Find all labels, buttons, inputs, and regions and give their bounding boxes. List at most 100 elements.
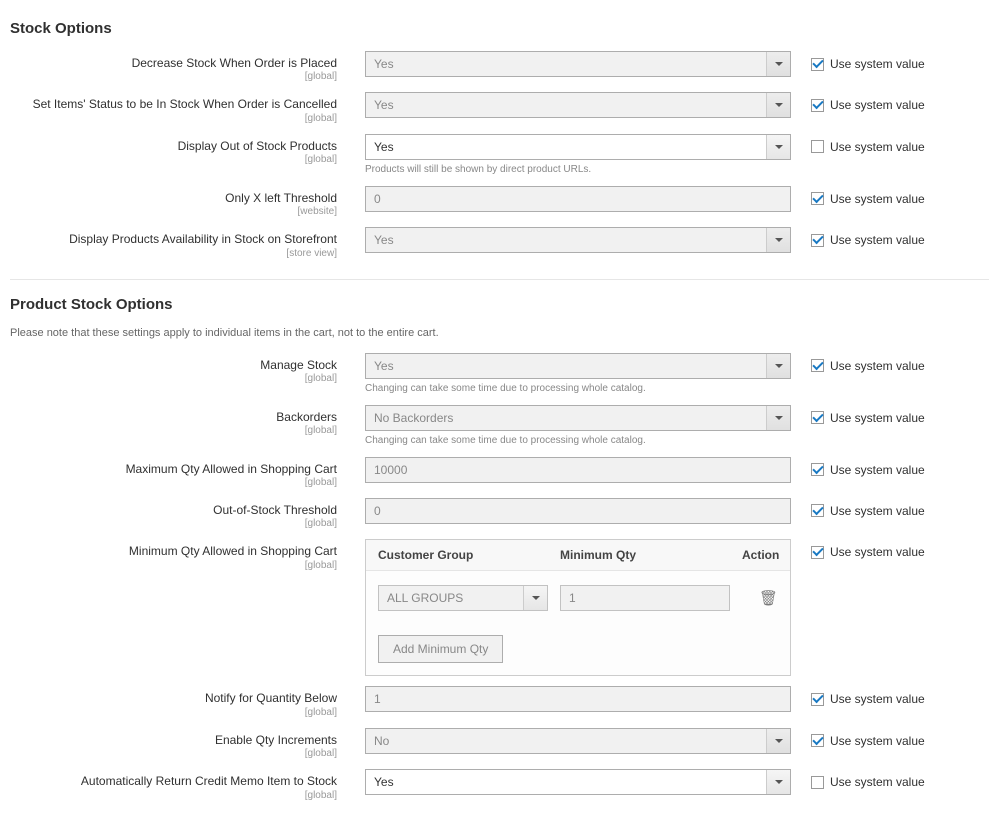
scope-text: [global] bbox=[10, 707, 337, 718]
scope-text: [global] bbox=[10, 560, 337, 571]
checkbox-icon[interactable] bbox=[811, 234, 824, 247]
manage-stock-select: Yes bbox=[365, 353, 791, 379]
hint-text: Changing can take some time due to proce… bbox=[365, 434, 791, 447]
checkbox-icon[interactable] bbox=[811, 411, 824, 424]
section-title: Stock Options bbox=[10, 10, 989, 51]
customer-group-select: ALL GROUPS bbox=[378, 585, 548, 611]
checkbox-icon[interactable] bbox=[811, 192, 824, 205]
field-oos-threshold: Out-of-Stock Threshold [global] Use syst… bbox=[10, 498, 989, 529]
scope-text: [global] bbox=[10, 425, 337, 436]
field-in-stock-cancel: Set Items' Status to be In Stock When Or… bbox=[10, 92, 989, 123]
use-system-value[interactable]: Use system value bbox=[811, 539, 961, 559]
label-text: Maximum Qty Allowed in Shopping Cart bbox=[126, 462, 337, 476]
checkbox-icon[interactable] bbox=[811, 546, 824, 559]
use-system-value[interactable]: Use system value bbox=[811, 686, 961, 706]
select-value: No Backorders bbox=[374, 411, 453, 425]
checkbox-icon[interactable] bbox=[811, 776, 824, 789]
label: Display Out of Stock Products [global] bbox=[10, 134, 365, 165]
label: Out-of-Stock Threshold [global] bbox=[10, 498, 365, 529]
col-min-qty: Minimum Qty bbox=[560, 548, 730, 562]
use-system-value[interactable]: Use system value bbox=[811, 457, 961, 477]
table-row: ALL GROUPS 🗑 bbox=[366, 571, 790, 625]
label: Notify for Quantity Below [global] bbox=[10, 686, 365, 717]
scope-text: [global] bbox=[10, 71, 337, 82]
field-auto-return-credit: Automatically Return Credit Memo Item to… bbox=[10, 769, 989, 800]
table-header: Customer Group Minimum Qty Action bbox=[366, 540, 790, 571]
checkbox-icon[interactable] bbox=[811, 734, 824, 747]
select-value: Yes bbox=[374, 359, 394, 373]
use-system-value[interactable]: Use system value bbox=[811, 498, 961, 518]
chevron-down-icon bbox=[766, 729, 790, 753]
use-system-value[interactable]: Use system value bbox=[811, 186, 961, 206]
label-text: Automatically Return Credit Memo Item to… bbox=[81, 774, 337, 788]
label: Enable Qty Increments [global] bbox=[10, 728, 365, 759]
checkbox-icon[interactable] bbox=[811, 99, 824, 112]
use-system-value[interactable]: Use system value bbox=[811, 51, 961, 71]
hint-text: Products will still be shown by direct p… bbox=[365, 163, 791, 176]
select-value: Yes bbox=[374, 140, 394, 154]
control: Yes bbox=[365, 227, 811, 253]
use-system-value[interactable]: Use system value bbox=[811, 728, 961, 748]
control: No bbox=[365, 728, 811, 754]
scope-text: [store view] bbox=[10, 248, 337, 259]
scope-text: [global] bbox=[10, 790, 337, 801]
label: Automatically Return Credit Memo Item to… bbox=[10, 769, 365, 800]
scope-text: [global] bbox=[10, 748, 337, 759]
checkbox-icon[interactable] bbox=[811, 359, 824, 372]
label-text: Display Out of Stock Products bbox=[178, 139, 337, 153]
sys-label: Use system value bbox=[830, 411, 925, 425]
use-system-value[interactable]: Use system value bbox=[811, 769, 961, 789]
label: Backorders [global] bbox=[10, 405, 365, 436]
label-text: Only X left Threshold bbox=[225, 191, 337, 205]
label-text: Notify for Quantity Below bbox=[205, 691, 337, 705]
label: Maximum Qty Allowed in Shopping Cart [gl… bbox=[10, 457, 365, 488]
use-system-value[interactable]: Use system value bbox=[811, 405, 961, 425]
use-system-value[interactable]: Use system value bbox=[811, 134, 961, 154]
scope-text: [global] bbox=[10, 477, 337, 488]
control bbox=[365, 686, 811, 712]
label-text: Set Items' Status to be In Stock When Or… bbox=[33, 97, 337, 111]
sys-label: Use system value bbox=[830, 545, 925, 559]
sys-label: Use system value bbox=[830, 57, 925, 71]
scope-text: [global] bbox=[10, 373, 337, 384]
use-system-value[interactable]: Use system value bbox=[811, 353, 961, 373]
field-decrease-stock: Decrease Stock When Order is Placed [glo… bbox=[10, 51, 989, 82]
sys-label: Use system value bbox=[830, 692, 925, 706]
checkbox-icon[interactable] bbox=[811, 693, 824, 706]
label: Decrease Stock When Order is Placed [glo… bbox=[10, 51, 365, 82]
control: No Backorders Changing can take some tim… bbox=[365, 405, 811, 447]
control: Yes bbox=[365, 51, 811, 77]
backorders-select: No Backorders bbox=[365, 405, 791, 431]
col-customer-group: Customer Group bbox=[378, 548, 548, 562]
select-value: Yes bbox=[374, 57, 394, 71]
control: Yes Products will still be shown by dire… bbox=[365, 134, 811, 176]
checkbox-icon[interactable] bbox=[811, 140, 824, 153]
checkbox-icon[interactable] bbox=[811, 504, 824, 517]
select-value: Yes bbox=[374, 233, 394, 247]
chevron-down-icon bbox=[766, 93, 790, 117]
field-display-oos: Display Out of Stock Products [global] Y… bbox=[10, 134, 989, 176]
auto-return-credit-select[interactable]: Yes bbox=[365, 769, 791, 795]
enable-qty-incr-select: No bbox=[365, 728, 791, 754]
sys-label: Use system value bbox=[830, 504, 925, 518]
hint-text: Changing can take some time due to proce… bbox=[365, 382, 791, 395]
display-oos-select[interactable]: Yes bbox=[365, 134, 791, 160]
section-stock-options: Stock Options Decrease Stock When Order … bbox=[10, 10, 989, 280]
select-value: ALL GROUPS bbox=[387, 591, 463, 605]
label: Manage Stock [global] bbox=[10, 353, 365, 384]
control bbox=[365, 457, 811, 483]
checkbox-icon[interactable] bbox=[811, 58, 824, 71]
trash-icon[interactable]: 🗑 bbox=[759, 590, 778, 607]
in-stock-cancel-select: Yes bbox=[365, 92, 791, 118]
use-system-value[interactable]: Use system value bbox=[811, 227, 961, 247]
oos-threshold-input bbox=[365, 498, 791, 524]
control: Yes bbox=[365, 92, 811, 118]
checkbox-icon[interactable] bbox=[811, 463, 824, 476]
field-availability-storefront: Display Products Availability in Stock o… bbox=[10, 227, 989, 258]
sys-label: Use system value bbox=[830, 463, 925, 477]
only-x-left-input bbox=[365, 186, 791, 212]
use-system-value[interactable]: Use system value bbox=[811, 92, 961, 112]
select-value: Yes bbox=[374, 775, 394, 789]
label-text: Decrease Stock When Order is Placed bbox=[132, 56, 337, 70]
select-value: No bbox=[374, 734, 389, 748]
